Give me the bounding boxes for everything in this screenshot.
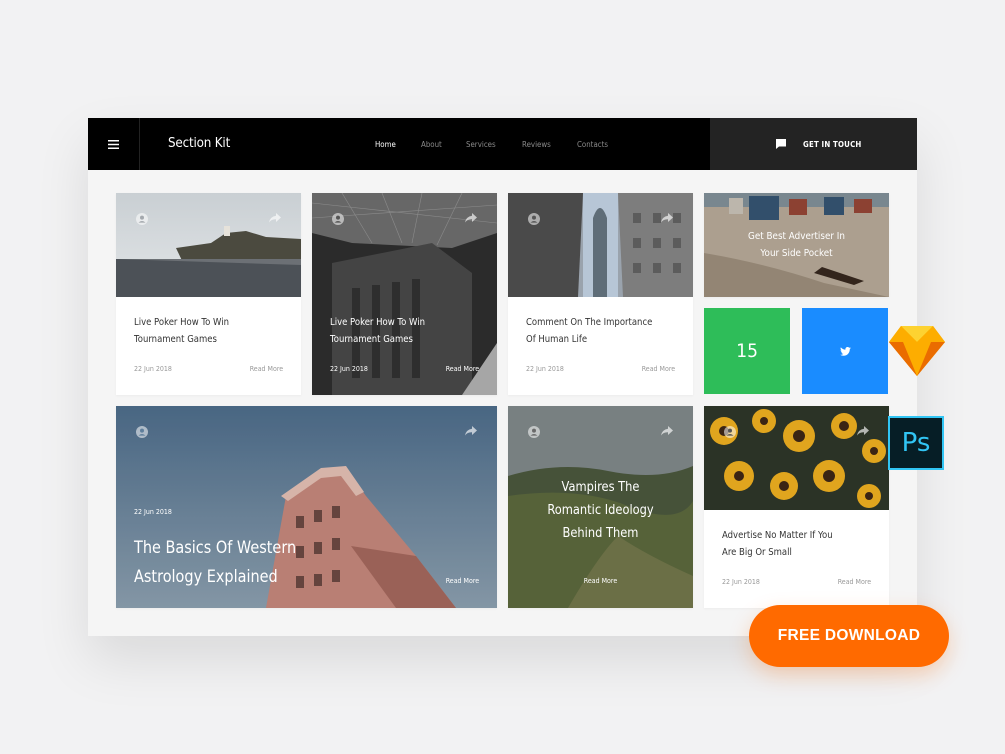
article-card[interactable]: Live Poker How To Win Tournament Games 2…: [312, 193, 497, 395]
share-icon[interactable]: [857, 426, 869, 436]
share-icon[interactable]: [465, 213, 477, 223]
card-date: 22 Jun 2018: [134, 365, 172, 373]
chat-icon: [776, 139, 786, 149]
featured-article-card[interactable]: 22 Jun 2018 The Basics Of Western Astrol…: [116, 406, 497, 608]
card-title[interactable]: Live Poker How To Win Tournament Games: [134, 314, 229, 348]
brand-logo[interactable]: Section Kit: [168, 118, 230, 170]
read-more-link[interactable]: Read More: [446, 577, 479, 585]
user-icon[interactable]: [724, 426, 736, 438]
read-more-link[interactable]: Read More: [838, 578, 871, 586]
menu-button[interactable]: [88, 118, 140, 170]
card-date: 22 Jun 2018: [526, 365, 564, 373]
read-more-link[interactable]: Read More: [250, 365, 283, 373]
user-icon[interactable]: [528, 213, 540, 225]
sunflowers-image: [704, 406, 889, 510]
browser-window: Section Kit Home About Services Reviews …: [88, 118, 917, 636]
banner-title[interactable]: Get Best Advertiser In Your Side Pocket: [715, 228, 878, 262]
card-title[interactable]: Advertise No Matter If You Are Big Or Sm…: [722, 527, 833, 561]
card-title[interactable]: The Basics Of Western Astrology Explaine…: [134, 534, 296, 592]
count-tile[interactable]: 15: [704, 308, 790, 394]
user-icon[interactable]: [332, 213, 344, 225]
user-icon[interactable]: [136, 213, 148, 225]
card-date: 22 Jun 2018: [134, 508, 172, 516]
card-title[interactable]: Vampires The Romantic Ideology Behind Th…: [519, 476, 682, 545]
nav-home[interactable]: Home: [375, 140, 396, 149]
free-download-button[interactable]: FREE DOWNLOAD: [749, 605, 949, 667]
card-title[interactable]: Comment On The Importance Of Human Life: [526, 314, 652, 348]
share-icon[interactable]: [269, 213, 281, 223]
share-icon[interactable]: [661, 213, 673, 223]
article-card[interactable]: Live Poker How To Win Tournament Games 2…: [116, 193, 301, 395]
hamburger-icon: [108, 139, 119, 149]
photoshop-label: Ps: [901, 428, 931, 458]
user-icon[interactable]: [136, 426, 148, 438]
card-date: 22 Jun 2018: [330, 365, 368, 373]
coast-image: [116, 193, 301, 297]
top-navbar: Section Kit Home About Services Reviews …: [88, 118, 917, 170]
advertiser-banner[interactable]: Get Best Advertiser In Your Side Pocket: [704, 193, 889, 297]
nav-reviews[interactable]: Reviews: [522, 140, 551, 149]
read-more-link[interactable]: Read More: [642, 365, 675, 373]
article-card[interactable]: Comment On The Importance Of Human Life …: [508, 193, 693, 395]
nav-about[interactable]: About: [421, 140, 442, 149]
photoshop-badge: Ps: [888, 416, 944, 470]
share-icon[interactable]: [661, 426, 673, 436]
twitter-tile[interactable]: [802, 308, 888, 394]
buildings-image: [508, 193, 693, 297]
article-card[interactable]: Vampires The Romantic Ideology Behind Th…: [508, 406, 693, 608]
user-icon[interactable]: [528, 426, 540, 438]
read-more-link[interactable]: Read More: [446, 365, 479, 373]
main-nav: Home About Services Reviews Contacts: [375, 118, 634, 170]
card-date: 22 Jun 2018: [722, 578, 760, 586]
get-in-touch-label: GET IN TOUCH: [803, 139, 862, 149]
card-title[interactable]: Live Poker How To Win Tournament Games: [330, 314, 425, 348]
count-value: 15: [736, 340, 758, 362]
sketch-icon: [889, 326, 945, 376]
share-icon[interactable]: [465, 426, 477, 436]
get-in-touch-button[interactable]: GET IN TOUCH: [710, 118, 917, 170]
read-more-link[interactable]: Read More: [517, 577, 684, 585]
twitter-icon: [839, 346, 851, 356]
article-card[interactable]: Advertise No Matter If You Are Big Or Sm…: [704, 406, 889, 608]
nav-services[interactable]: Services: [466, 140, 496, 149]
nav-contacts[interactable]: Contacts: [577, 140, 608, 149]
